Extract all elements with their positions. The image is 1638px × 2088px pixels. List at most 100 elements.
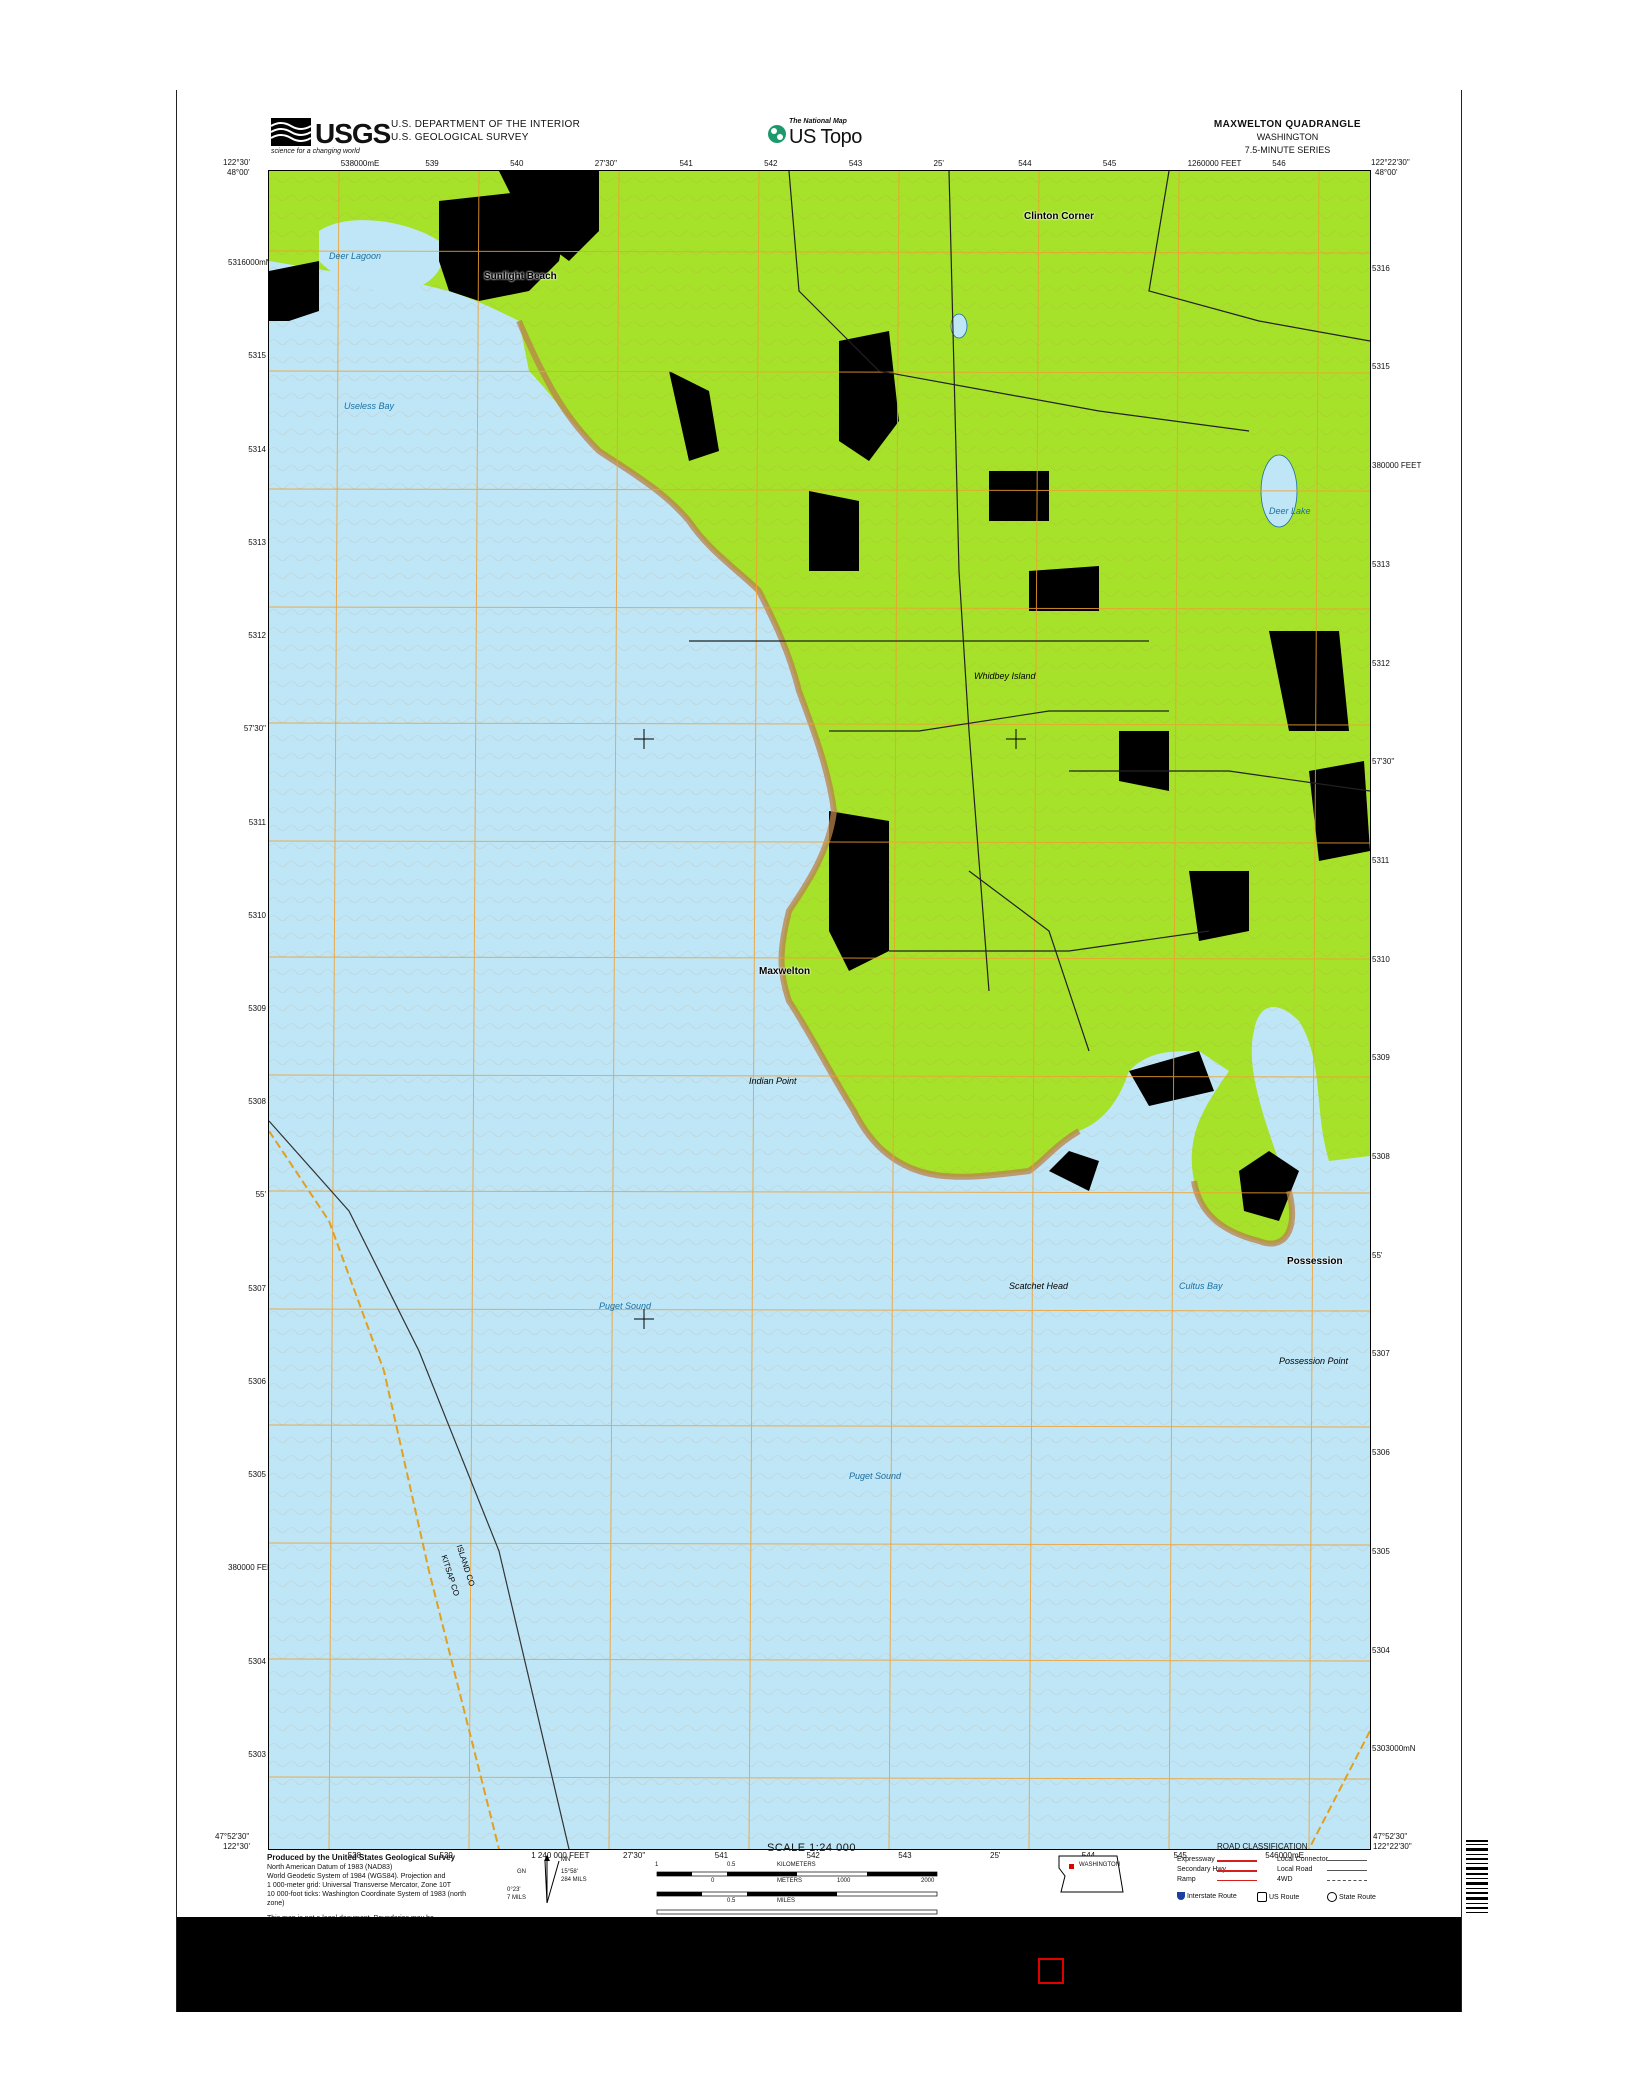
tick-label: 5303 bbox=[248, 1749, 266, 1759]
corner-lon-bottom-right: 122°22'30" bbox=[1373, 1842, 1412, 1851]
tick-label: 5308 bbox=[248, 1097, 266, 1107]
tick-label: 5303000mN bbox=[1372, 1744, 1416, 1754]
land-label: Possession Point bbox=[1279, 1356, 1349, 1366]
scale-title: SCALE 1:24 000 bbox=[767, 1842, 856, 1854]
tick-label: 5307 bbox=[1372, 1349, 1390, 1359]
scale-tick: 0.5 bbox=[727, 1898, 736, 1904]
tick-label: 5310 bbox=[248, 910, 266, 920]
tick-label: 5306 bbox=[248, 1376, 266, 1386]
quadrangle-name: MAXWELTON QUADRANGLE bbox=[1213, 119, 1361, 130]
tick-label: 380000 FEET bbox=[1372, 461, 1422, 471]
tick-label: 5315 bbox=[248, 351, 266, 361]
corner-lat-bottom-left: 47°52'30" bbox=[215, 1832, 250, 1841]
road-class-label: Local Connector bbox=[1277, 1856, 1328, 1863]
survey-line: U.S. GEOLOGICAL SURVEY bbox=[391, 132, 529, 143]
tick-label: 57'30" bbox=[243, 724, 266, 734]
tick-label: 5316 bbox=[1372, 263, 1390, 273]
route-type-label: US Route bbox=[1268, 1893, 1300, 1901]
production-note: Produced by the United States Geological… bbox=[267, 1853, 487, 1923]
interstate-shield-icon bbox=[1177, 1892, 1185, 1900]
state-route-circle-icon bbox=[1327, 1892, 1337, 1902]
tick-label: 27'30" bbox=[594, 159, 617, 168]
tick-label: 25' bbox=[933, 159, 944, 168]
declination-value: 0°23' bbox=[507, 1887, 521, 1893]
road-legend: Expressway Secondary Hwy Ramp Local Conn… bbox=[1177, 1856, 1407, 1916]
usgs-tagline: science for a changing world bbox=[271, 148, 360, 155]
local-road-swatch bbox=[1327, 1870, 1367, 1871]
town-label: Maxwelton bbox=[759, 966, 811, 977]
town-label: Sunlight Beach bbox=[484, 271, 557, 282]
locator-state-label: WASHINGTON bbox=[1079, 1862, 1121, 1868]
declination-mn-label: MN bbox=[561, 1857, 571, 1863]
land-label: Scatchet Head bbox=[1009, 1281, 1069, 1291]
water-label: Cultus Bay bbox=[1179, 1281, 1223, 1291]
tick-label: 5305 bbox=[248, 1470, 266, 1480]
state-name: WASHINGTON bbox=[1256, 132, 1319, 142]
tick-label: 5311 bbox=[1372, 855, 1390, 865]
tick-label: 5306 bbox=[1372, 1448, 1390, 1458]
tick-label: 5314 bbox=[248, 444, 266, 454]
washington-outline-icon bbox=[1058, 1855, 1124, 1893]
route-type-label: State Route bbox=[1338, 1893, 1376, 1901]
road-class-label: Ramp bbox=[1177, 1876, 1196, 1883]
road-class-label: 4WD bbox=[1277, 1876, 1293, 1883]
tick-label: 1260000 FEET bbox=[1187, 159, 1242, 168]
locator-map: WASHINGTON bbox=[1057, 1848, 1177, 1908]
declination-value: 7 MILS bbox=[507, 1895, 527, 1901]
tick-label: 541 bbox=[679, 159, 693, 168]
national-map-globe-icon bbox=[768, 125, 786, 143]
declination-value: 15°58' bbox=[561, 1869, 578, 1875]
tick-label: 5309 bbox=[1372, 1053, 1390, 1063]
scale-tick: 2000 bbox=[921, 1878, 935, 1884]
department-block: U.S. DEPARTMENT OF THE INTERIOR U.S. GEO… bbox=[391, 118, 580, 144]
corner-lon-top-right: 122°22'30" bbox=[1371, 158, 1410, 167]
scale-unit: KILOMETERS bbox=[777, 1862, 816, 1868]
expressway-swatch bbox=[1217, 1860, 1257, 1862]
declination-value: 284 MILS bbox=[561, 1877, 587, 1883]
town-label: Possession bbox=[1287, 1256, 1343, 1267]
tick-label: 543 bbox=[848, 159, 863, 168]
tick-label: 542 bbox=[764, 159, 778, 168]
highlight-box[interactable] bbox=[1038, 1958, 1064, 1984]
tick-label: 5313 bbox=[248, 537, 266, 547]
corner-lon-bottom-left: 122°30' bbox=[223, 1842, 250, 1851]
tick-label: 5310 bbox=[1372, 954, 1390, 964]
road-class-label: Local Road bbox=[1277, 1866, 1313, 1873]
road-classification-title: ROAD CLASSIFICATION bbox=[1217, 1842, 1308, 1851]
tick-label: 25' bbox=[990, 1851, 1001, 1860]
4wd-swatch bbox=[1327, 1880, 1367, 1882]
declination-gn-label: GN bbox=[517, 1869, 526, 1875]
scale-unit: MILES bbox=[777, 1898, 796, 1904]
tick-label: 380000 FEET bbox=[228, 1563, 278, 1573]
datum-line: 10 000-foot ticks: Washington Coordinate… bbox=[267, 1891, 466, 1898]
tick-label: 5312 bbox=[1372, 658, 1390, 668]
datum-line: North American Datum of 1983 (NAD83) bbox=[267, 1864, 393, 1871]
tick-label: 57'30" bbox=[1372, 757, 1395, 767]
tick-label: 546 bbox=[1272, 159, 1286, 168]
tick-label: 5311 bbox=[248, 817, 266, 827]
scale-tick: 0.5 bbox=[727, 1862, 736, 1868]
local-connector-swatch bbox=[1327, 1860, 1367, 1861]
usgs-wave-icon bbox=[270, 118, 312, 146]
tick-label: 5313 bbox=[1372, 559, 1390, 569]
usgs-wordmark: USGS bbox=[315, 118, 391, 149]
datum-line: 1 000-meter grid: Universal Transverse M… bbox=[267, 1882, 452, 1889]
tick-label: 5309 bbox=[248, 1004, 266, 1013]
usgs-logo: USGS science for a changing world bbox=[270, 118, 391, 158]
route-legend-item: Interstate Route bbox=[1177, 1892, 1237, 1900]
scale-tick: 0 bbox=[711, 1878, 715, 1884]
tick-label: 5304 bbox=[248, 1656, 266, 1666]
black-band bbox=[177, 1917, 1461, 2012]
datum-line: World Geodetic System of 1984 (WGS84). P… bbox=[267, 1873, 446, 1880]
scale-unit: METERS bbox=[777, 1878, 803, 1884]
scale-bars: KILOMETERS 0.5 1 0 METERS 1000 2000 MILE… bbox=[637, 1858, 977, 1918]
ramp-swatch bbox=[1217, 1880, 1257, 1881]
topographic-map[interactable]: Sunlight Beach Maxwelton Possession Clin… bbox=[268, 170, 1371, 1850]
us-topo-text: US Topo bbox=[789, 126, 862, 148]
department-line: U.S. DEPARTMENT OF THE INTERIOR bbox=[391, 119, 581, 130]
corner-lon-top-left: 122°30' bbox=[223, 158, 250, 167]
tick-label: 544 bbox=[1018, 159, 1032, 168]
town-label: Clinton Corner bbox=[1024, 211, 1094, 222]
produced-by: Produced by the United States Geological… bbox=[267, 1853, 456, 1862]
corner-lat-top-right: 48°00' bbox=[1375, 168, 1398, 177]
